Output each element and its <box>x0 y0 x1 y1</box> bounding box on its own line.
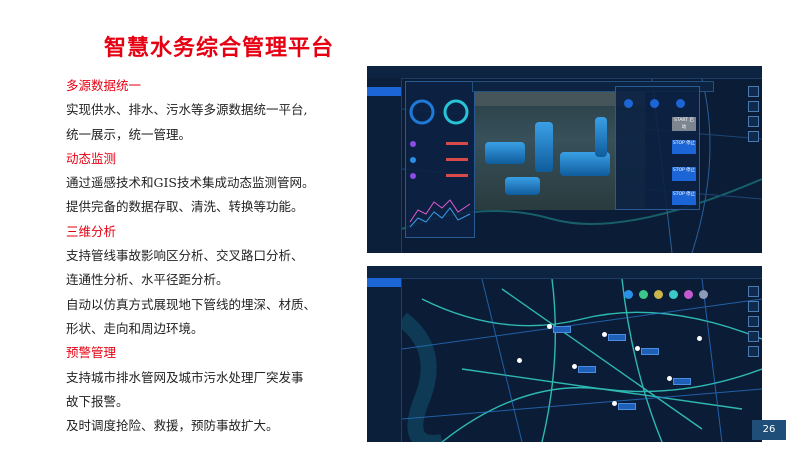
sidebar-item[interactable] <box>367 296 401 305</box>
tool-icon[interactable] <box>748 316 759 327</box>
legend-marker[interactable] <box>669 290 678 299</box>
stop-button[interactable]: STOP 停止 <box>672 167 696 181</box>
app-topbar <box>367 266 762 279</box>
app-sidebar <box>367 278 402 442</box>
section-line: 通过遥感技术和GIS技术集成动态监测管网。 <box>66 175 315 191</box>
sidebar-item[interactable] <box>367 287 401 296</box>
legend-marker[interactable] <box>624 290 633 299</box>
sidebar-item[interactable] <box>367 78 401 87</box>
section-line: 连通性分析、水平径距分析。 <box>66 272 229 288</box>
app-topbar <box>367 66 762 79</box>
stop-button[interactable]: STOP 停止 <box>672 140 696 154</box>
sidebar-item[interactable] <box>367 105 401 114</box>
map-node[interactable] <box>667 376 672 381</box>
tool-icon[interactable] <box>748 86 759 97</box>
tool-icon[interactable] <box>748 101 759 112</box>
sidebar-item[interactable] <box>367 314 401 323</box>
section-line: 形状、走向和周边环境。 <box>66 320 204 336</box>
legend-marker[interactable] <box>654 290 663 299</box>
sidebar-item-active[interactable] <box>367 87 401 96</box>
sidebar-item[interactable] <box>367 96 401 105</box>
section-line: 自动以仿真方式展现地下管线的埋深、材质、 <box>66 296 317 312</box>
section-line: 支持城市排水管网及城市污水处理厂突发事 <box>66 369 304 385</box>
slide-title: 智慧水务综合管理平台 <box>104 36 335 61</box>
metrics-panel <box>405 81 475 238</box>
sidebar-item[interactable] <box>367 323 401 332</box>
section-line: 及时调度抢险、救援，预防事故扩大。 <box>66 418 279 434</box>
right-toolbar <box>748 286 759 361</box>
map-label <box>553 326 571 333</box>
page-number-badge: 26 <box>752 420 786 440</box>
tool-icon[interactable] <box>748 116 759 127</box>
sidebar-item[interactable] <box>367 132 401 141</box>
section-line: 提供完备的数据存取、清洗、转换等功能。 <box>66 199 304 215</box>
map-node[interactable] <box>547 324 552 329</box>
dashboard-screenshot-pump: START 启动 STOP 停止 STOP 停止 STOP 停止 <box>367 66 762 253</box>
map-label <box>641 348 659 355</box>
legend-marker[interactable] <box>639 290 648 299</box>
map-node[interactable] <box>602 332 607 337</box>
sidebar-item[interactable] <box>367 332 401 341</box>
map-label <box>578 366 596 373</box>
map-label <box>608 334 626 341</box>
pipeline-network-map <box>402 279 762 442</box>
pump-control-panel: START 启动 STOP 停止 STOP 停止 STOP 停止 <box>615 86 700 210</box>
section-line: 统一展示，统一管理。 <box>66 126 192 142</box>
section-line: 故下报警。 <box>66 393 129 409</box>
sidebar-item[interactable] <box>367 114 401 123</box>
legend-marker[interactable] <box>699 290 708 299</box>
map-node[interactable] <box>697 336 702 341</box>
app-sidebar <box>367 78 402 253</box>
map-label <box>673 378 691 385</box>
tool-icon[interactable] <box>748 286 759 297</box>
section-heading: 多源数据统一 <box>66 78 142 93</box>
section-line: 支持管线事故影响区分析、交叉路口分析、 <box>66 248 304 264</box>
sidebar-item[interactable] <box>367 123 401 132</box>
tool-icon[interactable] <box>748 346 759 357</box>
map-node[interactable] <box>635 346 640 351</box>
section-heading: 动态监测 <box>66 150 117 166</box>
feature-list: 多源数据统一 实现供水、排水、污水等多源数据统一平台, 统一展示，统一管理。 动… <box>66 74 351 438</box>
section-line: 实现供水、排水、污水等多源数据统一平台, <box>66 102 308 118</box>
legend-marker[interactable] <box>684 290 693 299</box>
section-heading: 三维分析 <box>66 223 117 239</box>
section-heading: 预警管理 <box>66 345 117 361</box>
map-node[interactable] <box>572 364 577 369</box>
tool-icon[interactable] <box>748 331 759 342</box>
map-node[interactable] <box>612 401 617 406</box>
map-label <box>618 403 636 410</box>
sidebar-item-active[interactable] <box>367 278 401 287</box>
tool-icon[interactable] <box>748 131 759 142</box>
start-button[interactable]: START 启动 <box>672 117 696 131</box>
sidebar-item[interactable] <box>367 305 401 314</box>
tool-icon[interactable] <box>748 301 759 312</box>
dashboard-screenshot-network <box>367 266 762 442</box>
right-toolbar <box>748 86 759 146</box>
stop-button[interactable]: STOP 停止 <box>672 191 696 205</box>
map-node[interactable] <box>517 358 522 363</box>
